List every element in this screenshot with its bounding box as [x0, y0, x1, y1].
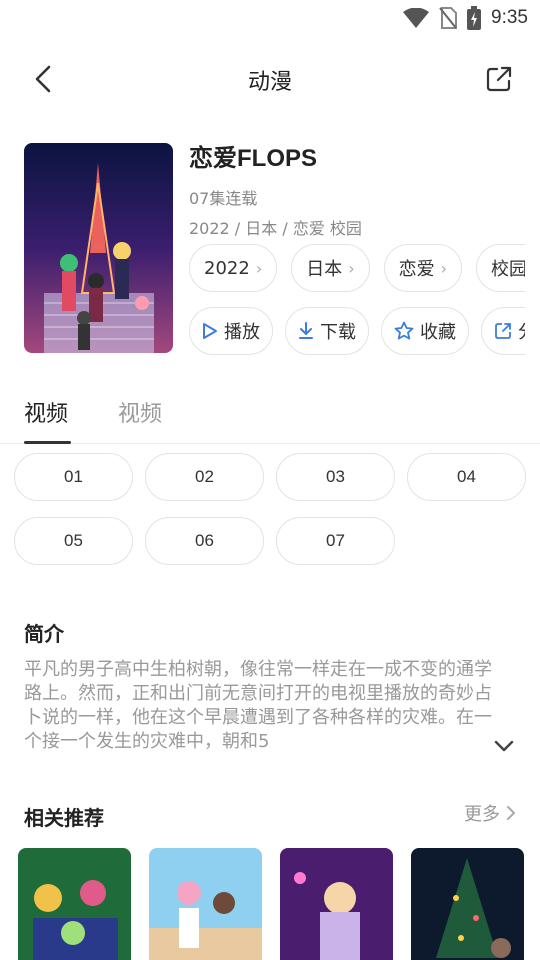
episode-button[interactable]: 07: [276, 517, 395, 565]
episode-button[interactable]: 02: [145, 453, 264, 501]
anime-title: 恋爱FLOPS: [189, 145, 318, 172]
external-share-icon: [486, 66, 512, 92]
tag-row: 2022› 日本› 恋爱› 校园›: [189, 244, 525, 292]
recommend-card[interactable]: [280, 848, 393, 960]
battery-charging-icon: [467, 6, 482, 30]
download-label: 下载: [320, 322, 356, 343]
recommend-list: [18, 848, 524, 960]
favorite-label: 收藏: [420, 322, 456, 343]
recommend-card[interactable]: [149, 848, 262, 960]
action-row: 播放 下载 收藏 分享: [189, 307, 525, 355]
chevron-right-icon: ›: [440, 258, 448, 278]
share-action-button[interactable]: 分享: [481, 307, 525, 355]
status-icons: 9:35: [403, 6, 528, 30]
favorite-button[interactable]: 收藏: [381, 307, 469, 355]
recommend-thumbnail: [411, 848, 524, 960]
recommend-thumbnail: [280, 848, 393, 960]
play-icon: [203, 323, 217, 339]
share-button[interactable]: [482, 62, 516, 96]
tag-genre-romance[interactable]: 恋爱 ›: [383, 244, 463, 292]
tag-region[interactable]: 日本 ›: [291, 244, 370, 292]
tab-indicator: [24, 441, 71, 444]
recommend-heading: 相关推荐: [24, 806, 104, 830]
no-sim-icon: [439, 7, 458, 29]
chevron-down-icon: [494, 740, 514, 752]
anime-poster[interactable]: [24, 143, 173, 353]
episode-button[interactable]: 05: [14, 517, 133, 565]
more-label: 更多: [464, 804, 500, 825]
episode-count: 07集连载: [189, 189, 258, 208]
recommend-card[interactable]: [411, 848, 524, 960]
tag-label: 恋爱: [398, 259, 435, 280]
tag-label: 日本: [306, 259, 343, 280]
status-bar: 9:35: [0, 0, 540, 36]
status-time: 9:35: [491, 7, 528, 28]
episode-button[interactable]: 03: [276, 453, 395, 501]
anime-info: 恋爱FLOPS 07集连载 2022 / 日本 / 恋爱 校园: [189, 138, 540, 239]
intro-text: 平凡的男子高中生柏树朝，像往常一样走在一成不变的通学路上。然而，正和出门前无意间…: [24, 659, 492, 752]
tab-video-2[interactable]: 视频: [118, 396, 162, 428]
episode-button[interactable]: 04: [407, 453, 526, 501]
more-link[interactable]: 更多: [464, 800, 516, 826]
tab-video-1[interactable]: 视频: [24, 396, 68, 428]
episode-grid: 01 02 03 04 05 06 07: [14, 453, 528, 565]
share-label: 分享: [518, 318, 525, 344]
anime-meta: 2022 / 日本 / 恋爱 校园: [189, 219, 362, 238]
tag-year[interactable]: 2022 ›: [189, 244, 278, 292]
download-button[interactable]: 下载: [285, 307, 369, 355]
chevron-right-icon: [507, 806, 515, 820]
tag-label: 校园: [491, 259, 525, 280]
intro-heading: 简介: [24, 622, 64, 646]
play-button[interactable]: 播放: [189, 307, 273, 355]
recommend-card[interactable]: [18, 848, 131, 960]
episode-button[interactable]: 01: [14, 453, 133, 501]
tag-genre-school[interactable]: 校园›: [476, 244, 525, 292]
page-title: 动漫: [247, 70, 292, 95]
chevron-right-icon: ›: [255, 258, 263, 278]
poster-artwork: [24, 143, 173, 353]
download-icon: [299, 322, 313, 339]
tag-label: 2022: [204, 257, 250, 279]
recommend-thumbnail: [149, 848, 262, 960]
recommend-thumbnail: [18, 848, 131, 960]
star-icon: [394, 321, 414, 340]
top-bar: 动漫: [0, 54, 540, 104]
expand-button[interactable]: [494, 738, 514, 757]
episode-button[interactable]: 06: [145, 517, 264, 565]
wifi-icon: [403, 8, 430, 28]
tab-bar: 视频 视频: [0, 392, 540, 444]
chevron-right-icon: ›: [348, 258, 355, 278]
play-label: 播放: [224, 322, 260, 343]
share-icon: [495, 323, 511, 339]
